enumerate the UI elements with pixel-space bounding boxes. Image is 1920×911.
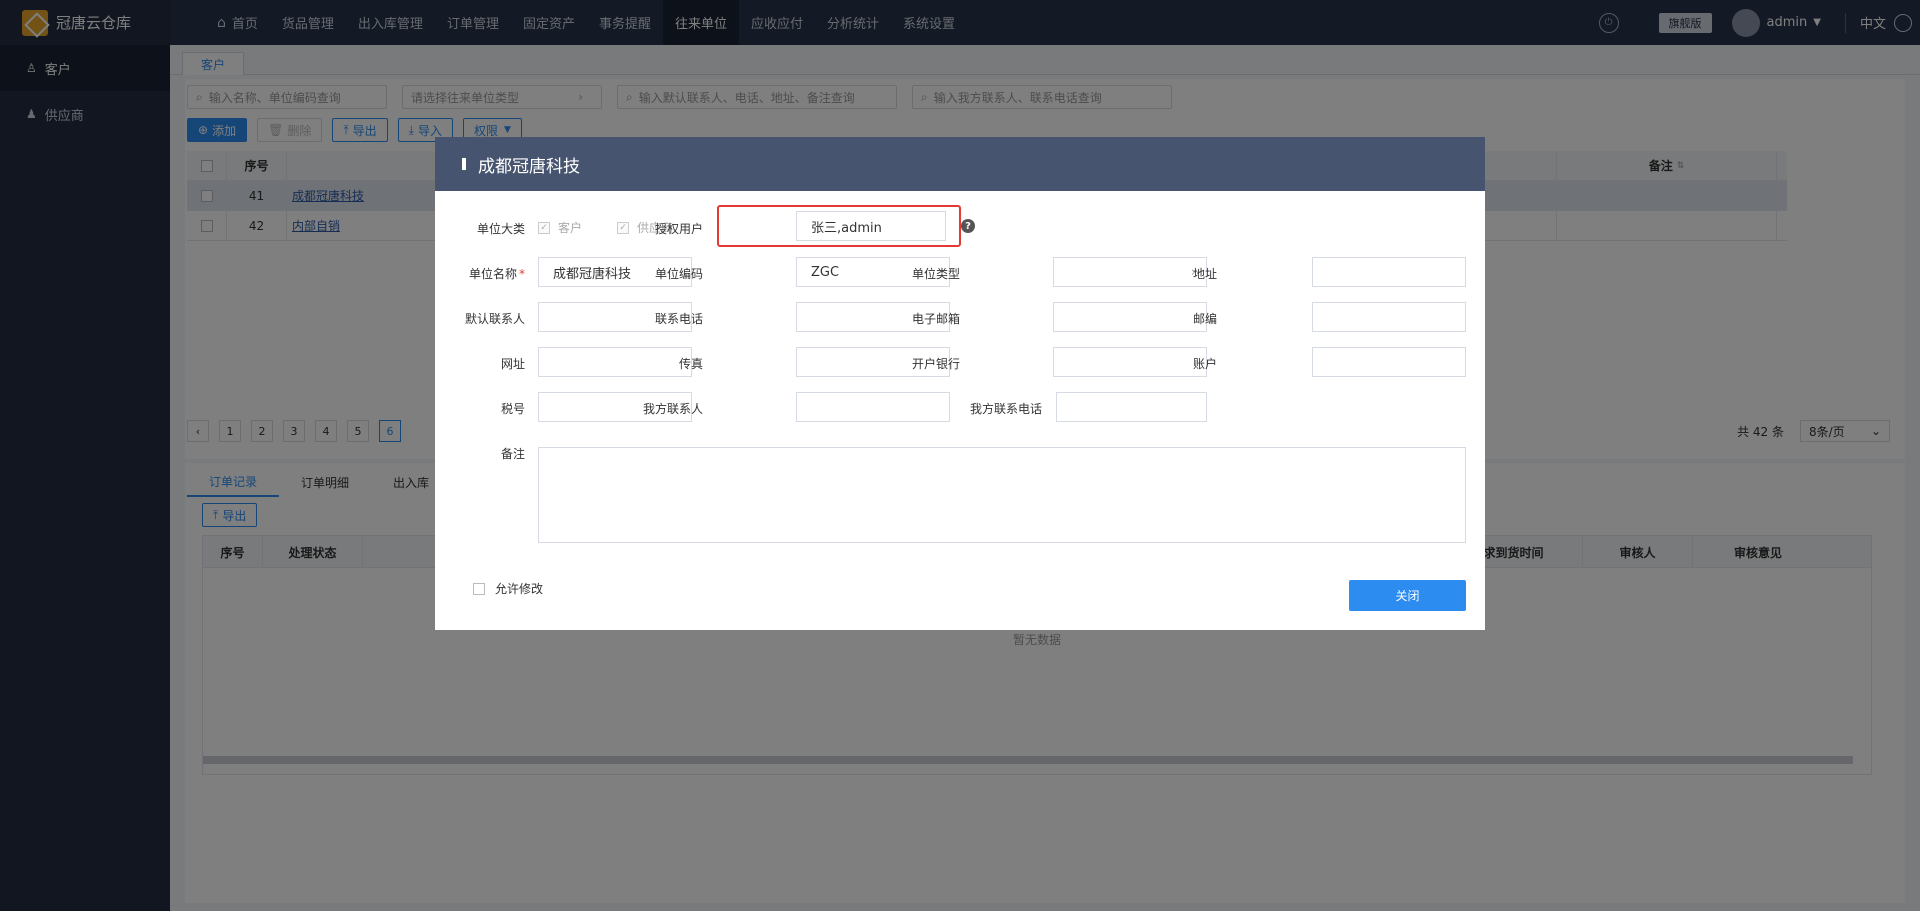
bank-label: 开户银行 (911, 357, 960, 371)
contact-label: 默认联系人 (464, 312, 525, 326)
code-label: 单位编码 (654, 267, 703, 281)
partner-detail-modal: 成都冠唐科技 单位大类 ✓ 客户 ✓ 供应商 授权用户 张三,admin ? 单位名… (435, 137, 1485, 630)
remark-label: 备注 (500, 447, 525, 461)
address-field[interactable] (1312, 257, 1466, 287)
customer-checkbox-label: 客户 (558, 221, 583, 235)
allow-edit-checkbox[interactable]: 允许修改 (473, 580, 543, 597)
close-button[interactable]: 关闭 (1349, 580, 1466, 611)
auth-users-field[interactable]: 张三,admin (796, 211, 946, 241)
required-marker: * (519, 267, 525, 281)
name-label: 单位名称 * (435, 265, 525, 282)
title-bar-marker (462, 158, 466, 170)
address-label: 地址 (1192, 267, 1217, 281)
our-contact-field[interactable] (796, 392, 950, 422)
allow-edit-label: 允许修改 (495, 582, 544, 596)
check-icon: ✓ (538, 221, 550, 234)
customer-checkbox[interactable]: ✓ 客户 (538, 219, 582, 236)
account-field[interactable] (1312, 347, 1466, 377)
tax-label: 税号 (500, 402, 525, 416)
modal-header: 成都冠唐科技 (435, 137, 1485, 191)
our-phone-field[interactable] (1056, 392, 1207, 422)
email-label: 电子邮箱 (911, 312, 960, 326)
type-label: 单位类型 (911, 267, 960, 281)
fax-label: 传真 (678, 357, 703, 371)
account-label: 账户 (1192, 357, 1217, 371)
name-label-text: 单位名称 (468, 267, 517, 281)
our-contact-label: 我方联系人 (642, 402, 703, 416)
auth-users-label: 授权用户 (654, 222, 703, 236)
category-label: 单位大类 (476, 222, 525, 236)
modal-title: 成都冠唐科技 (478, 156, 580, 177)
help-icon[interactable]: ? (961, 219, 975, 233)
phone-label: 联系电话 (654, 312, 703, 326)
website-label: 网址 (500, 357, 525, 371)
checkbox-box (473, 582, 485, 595)
remark-textarea[interactable] (538, 447, 1466, 543)
zip-label: 邮编 (1192, 312, 1217, 326)
zip-field[interactable] (1312, 302, 1466, 332)
